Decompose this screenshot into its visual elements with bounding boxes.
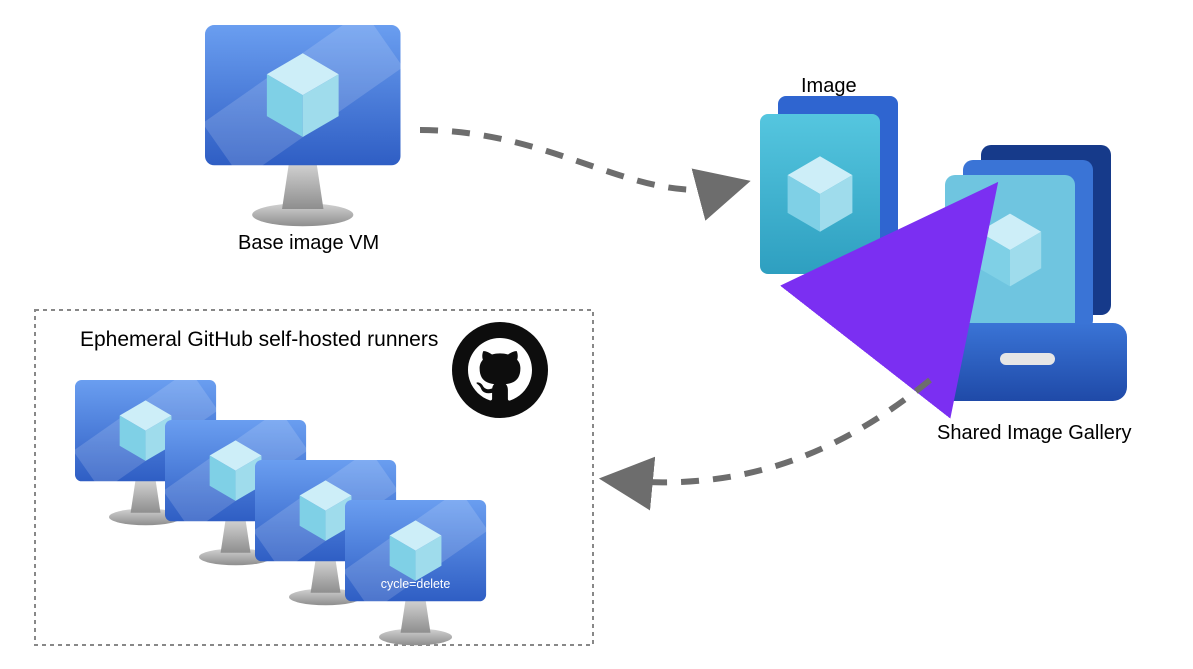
github-octocat-icon — [452, 322, 548, 418]
vm-cycle-tag: cycle=delete — [381, 577, 451, 591]
diagram-canvas: cycle=delete — [0, 0, 1193, 669]
disk-image-icon — [760, 96, 898, 274]
arrow-base-to-image — [420, 130, 735, 190]
runner-vm-4: cycle=delete — [345, 500, 486, 645]
shared-image-gallery-icon — [927, 145, 1127, 401]
arrow-gallery-to-runners — [615, 380, 930, 482]
base-image-vm-icon — [205, 25, 401, 226]
